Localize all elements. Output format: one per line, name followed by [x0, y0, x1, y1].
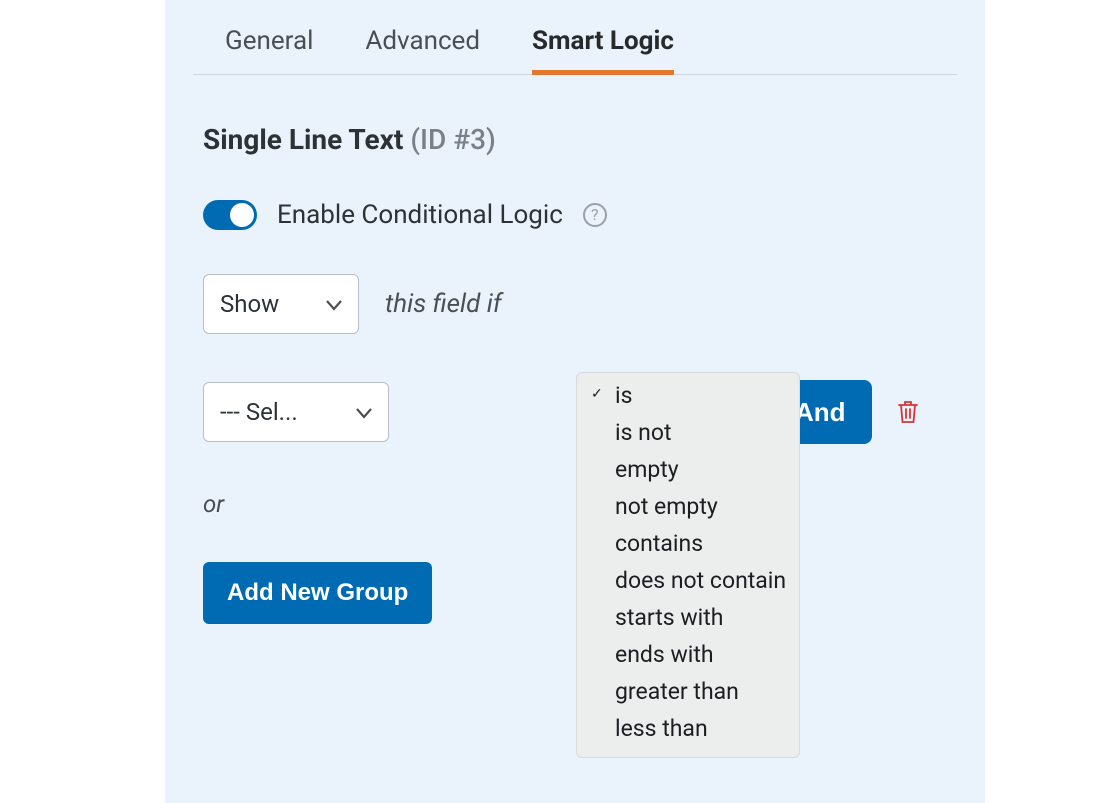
operator-option-label: less than [615, 715, 708, 742]
operator-option-label: ends with [615, 641, 714, 668]
operator-option[interactable]: does not contain [577, 562, 799, 599]
tab-general[interactable]: General [225, 26, 313, 74]
condition-row: --- Sel... I... And [193, 382, 957, 442]
operator-option[interactable]: ends with [577, 636, 799, 673]
action-select[interactable]: Show [203, 274, 359, 334]
operator-option[interactable]: contains [577, 525, 799, 562]
add-new-group-button[interactable]: Add New Group [203, 562, 432, 624]
operator-option[interactable]: is not [577, 414, 799, 451]
operator-option-label: not empty [615, 493, 718, 520]
delete-condition-button[interactable] [896, 399, 920, 425]
tab-advanced[interactable]: Advanced [365, 26, 480, 74]
tabs: General Advanced Smart Logic [193, 0, 957, 75]
operator-option-label: contains [615, 530, 703, 557]
enable-conditional-row: Enable Conditional Logic ? [193, 200, 957, 230]
operator-option[interactable]: empty [577, 451, 799, 488]
or-label: or [193, 490, 957, 518]
tab-smart-logic[interactable]: Smart Logic [532, 26, 674, 75]
operator-option-label: greater than [615, 678, 739, 705]
operator-option-label: empty [615, 456, 679, 483]
operator-option[interactable]: starts with [577, 599, 799, 636]
operator-option[interactable]: greater than [577, 673, 799, 710]
action-row: Show this field if [193, 274, 957, 334]
field-heading: Single Line Text (ID #3) [193, 123, 957, 156]
field-id: (ID #3) [410, 123, 495, 156]
enable-conditional-toggle[interactable] [203, 200, 257, 230]
operator-option-label: is [615, 382, 632, 409]
enable-conditional-label: Enable Conditional Logic [277, 200, 563, 230]
operator-option[interactable]: less than [577, 710, 799, 747]
action-select-value: Show [220, 290, 279, 318]
field-title: Single Line Text [203, 123, 403, 156]
operator-option[interactable]: ✓ is [577, 377, 799, 414]
help-icon[interactable]: ? [583, 203, 607, 227]
smart-logic-panel: General Advanced Smart Logic Single Line… [165, 0, 985, 803]
chevron-down-icon [326, 299, 342, 309]
toggle-knob [230, 203, 254, 227]
operator-option-label: is not [615, 419, 672, 446]
check-icon: ✓ [591, 386, 603, 402]
operator-option[interactable]: not empty [577, 488, 799, 525]
operator-option-label: does not contain [615, 567, 786, 594]
condition-field-value: --- Sel... [220, 398, 298, 426]
condition-field-select[interactable]: --- Sel... [203, 382, 389, 442]
chevron-down-icon [356, 407, 372, 417]
operator-option-label: starts with [615, 604, 723, 631]
trash-icon [896, 399, 920, 425]
operator-dropdown: ✓ is is not empty not empty contains does not … [576, 372, 800, 758]
action-hint: this field if [385, 289, 502, 319]
